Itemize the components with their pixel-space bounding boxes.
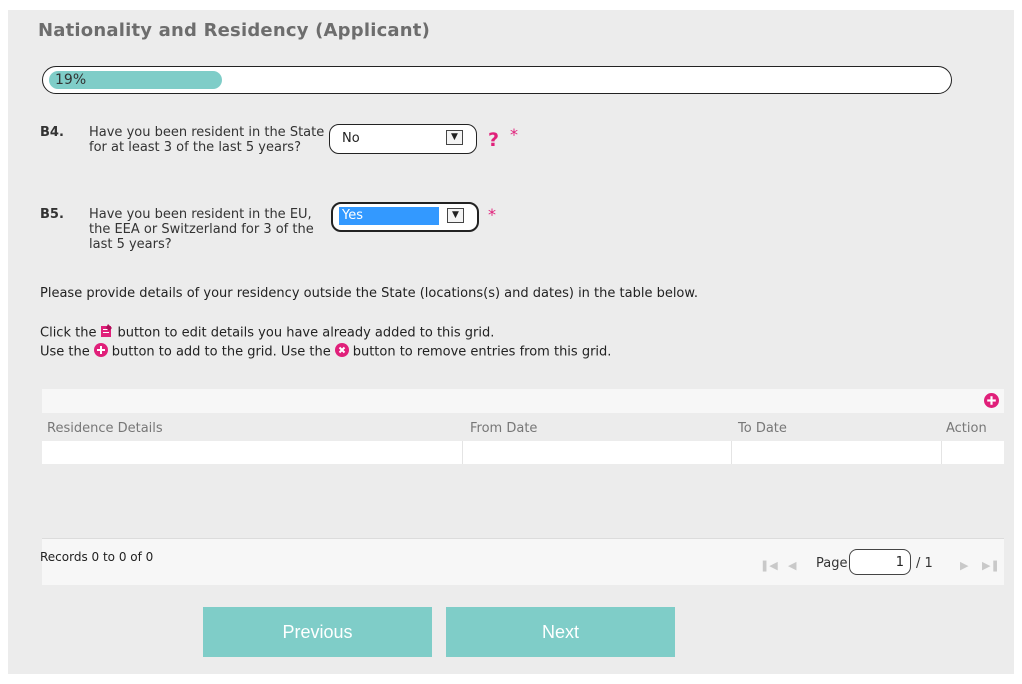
residency-eu-select[interactable]: Yes ▼	[331, 202, 479, 232]
previous-button[interactable]: Previous	[203, 607, 432, 657]
question-text: Have you been resident in the State for …	[89, 125, 325, 155]
prev-page-icon[interactable]: ◀	[788, 559, 796, 572]
page-total: / 1	[916, 556, 933, 571]
required-marker: *	[488, 205, 496, 224]
grid-toolbar	[42, 389, 1004, 413]
question-code: B4.	[40, 125, 64, 140]
column-header-from-date[interactable]: From Date	[470, 421, 537, 436]
page-title: Nationality and Residency (Applicant)	[38, 20, 431, 41]
instruction-text: Click the	[40, 325, 97, 341]
question-text: Have you been resident in the EU, the EE…	[89, 207, 314, 252]
page-label: Page	[816, 556, 848, 571]
instruction-add-remove: Use the button to add to the grid. Use th…	[40, 343, 611, 361]
add-icon	[93, 343, 108, 361]
cell-divider	[941, 441, 942, 464]
records-count: Records 0 to 0 of 0	[40, 550, 154, 564]
last-page-icon[interactable]: ▶❚	[982, 559, 1000, 572]
edit-icon	[100, 324, 113, 342]
instruction-text: Use the	[40, 344, 90, 360]
residency-state-select[interactable]: No ▼	[329, 124, 477, 154]
select-value: Yes	[339, 207, 439, 225]
required-marker: *	[510, 125, 518, 144]
first-page-icon[interactable]: ❚◀	[760, 559, 778, 572]
column-header-to-date[interactable]: To Date	[738, 421, 787, 436]
instruction-text: Please provide details of your residency…	[40, 286, 698, 301]
next-button[interactable]: Next	[446, 607, 675, 657]
chevron-down-icon[interactable]: ▼	[447, 208, 464, 223]
remove-icon	[334, 343, 349, 361]
help-icon[interactable]: ?	[488, 129, 499, 151]
column-header-residence[interactable]: Residence Details	[47, 421, 163, 436]
chevron-down-icon[interactable]: ▼	[446, 130, 463, 145]
page-number-input[interactable]	[849, 549, 911, 575]
progress-percent: 19%	[55, 72, 87, 88]
table-row	[42, 441, 1004, 464]
cell-divider	[731, 441, 732, 464]
cell-divider	[462, 441, 463, 464]
grid-add-button[interactable]	[984, 393, 999, 412]
instruction-text: button to remove entries from this grid.	[352, 344, 612, 360]
instruction-text: button to edit details you have already …	[117, 325, 495, 341]
instruction-text: button to add to the grid. Use the	[111, 344, 331, 360]
column-header-action[interactable]: Action	[946, 421, 987, 436]
next-page-icon[interactable]: ▶	[960, 559, 968, 572]
instruction-edit: Click the button to edit details you have…	[40, 324, 494, 342]
select-value: No	[342, 131, 360, 146]
question-code: B5.	[40, 207, 64, 222]
progress-bar: 19%	[42, 66, 952, 94]
